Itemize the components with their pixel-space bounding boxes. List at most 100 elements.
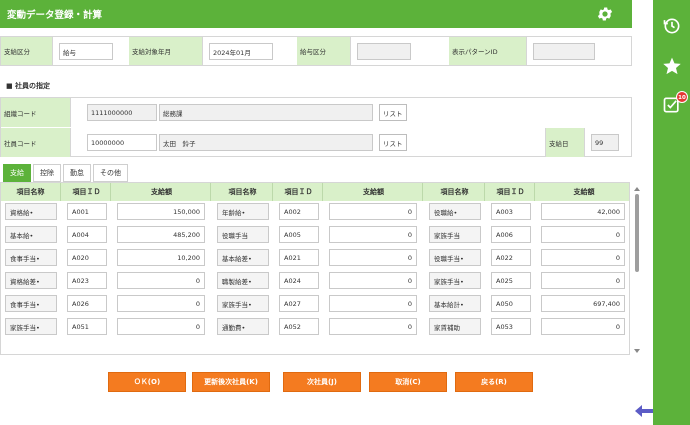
emp-code-label: 社員コード xyxy=(1,128,71,157)
dept-list-button[interactable]: リスト xyxy=(379,104,407,121)
emp-code-field[interactable]: 10000000 xyxy=(87,134,157,151)
amount-input[interactable]: 150,000 xyxy=(117,203,205,220)
pay-type-field[interactable]: 給与 xyxy=(59,43,113,60)
tab-deduction[interactable]: 控除 xyxy=(33,164,61,182)
amount-input[interactable]: 0 xyxy=(541,272,625,289)
salary-type-field[interactable] xyxy=(357,43,411,60)
dept-name-field: 総務課 xyxy=(159,104,373,121)
item-id-cell: A050 xyxy=(491,295,531,312)
next-employee-button[interactable]: 次社員(J) xyxy=(283,372,361,392)
pay-day-field[interactable]: 99 xyxy=(591,134,619,151)
item-id-cell: A006 xyxy=(491,226,531,243)
tab-payment[interactable]: 支給 xyxy=(3,164,31,182)
item-name-cell: 年齢給• xyxy=(217,203,269,220)
tab-attendance[interactable]: 勤怠 xyxy=(63,164,91,182)
page-title: 変動データ登録・計算 xyxy=(7,10,103,21)
tab-other[interactable]: その他 xyxy=(93,164,128,182)
arrow-left-icon[interactable] xyxy=(635,405,653,417)
item-name-cell: 資格給• xyxy=(5,203,57,220)
item-id-cell: A004 xyxy=(67,226,107,243)
col-header-amount: 支給額 xyxy=(113,183,211,201)
col-header-item-name: 項目名称 xyxy=(425,183,485,201)
payment-grid: 項目名称 項目ＩＤ 支給額 項目名称 項目ＩＤ 支給額 項目名称 項目ＩＤ 支給… xyxy=(0,182,630,355)
item-id-cell: A005 xyxy=(279,226,319,243)
notification-button[interactable]: 10 xyxy=(662,91,688,115)
item-name-cell: 家賃補助 xyxy=(429,318,481,335)
item-id-cell: A022 xyxy=(491,249,531,266)
scroll-up-icon[interactable] xyxy=(634,187,640,191)
tab-bar: 支給 控除 勤怠 その他 xyxy=(3,164,128,182)
emp-list-button[interactable]: リスト xyxy=(379,134,407,151)
display-pattern-field[interactable] xyxy=(533,43,595,60)
item-name-cell: 家族手当 xyxy=(429,226,481,243)
item-name-cell: 基本給• xyxy=(5,226,57,243)
col-header-amount: 支給額 xyxy=(573,188,595,196)
amount-input[interactable]: 485,200 xyxy=(117,226,205,243)
pay-day-label: 支給日 xyxy=(545,128,585,157)
item-name-cell: 役職手当 xyxy=(217,226,269,243)
amount-input[interactable]: 697,400 xyxy=(541,295,625,312)
item-id-cell: A025 xyxy=(491,272,531,289)
amount-input[interactable]: 0 xyxy=(117,295,205,312)
target-month-field[interactable]: 2024年01月 xyxy=(209,43,273,60)
amount-input[interactable]: 0 xyxy=(541,226,625,243)
item-name-cell: 役職手当• xyxy=(429,249,481,266)
amount-input[interactable]: 0 xyxy=(117,318,205,335)
item-name-cell: 通勤費• xyxy=(217,318,269,335)
amount-input[interactable]: 0 xyxy=(541,249,625,266)
item-id-cell: A053 xyxy=(491,318,531,335)
dept-code-label: 組織コード xyxy=(1,98,71,127)
item-id-cell: A003 xyxy=(491,203,531,220)
star-icon[interactable] xyxy=(662,56,682,76)
header-fields: 支給区分 給与 支給対象年月 2024年01月 給与区分 表示パターンID xyxy=(0,36,632,66)
item-name-cell: 基本給差• xyxy=(217,249,269,266)
employee-selection: 組織コード 1111000000 総務課 リスト 社員コード 10000000 … xyxy=(0,97,632,157)
ok-button[interactable]: ＯＫ(O) xyxy=(108,372,186,392)
item-name-cell: 役職給• xyxy=(429,203,481,220)
grid-scrollbar[interactable] xyxy=(633,186,641,354)
emp-name-field: 太田 鈴子 xyxy=(159,134,373,151)
scroll-down-icon[interactable] xyxy=(634,349,640,353)
item-name-cell: 基本給計• xyxy=(429,295,481,312)
item-name-cell: 職製給差• xyxy=(217,272,269,289)
amount-input[interactable]: 0 xyxy=(329,318,417,335)
action-bar: ＯＫ(O) 更新後次社員(K) 次社員(J) 取消(C) 戻る(R) xyxy=(0,372,632,392)
amount-input[interactable]: 0 xyxy=(329,226,417,243)
dept-code-field[interactable]: 1111000000 xyxy=(87,104,157,121)
salary-type-label: 給与区分 xyxy=(297,37,351,65)
item-id-cell: A023 xyxy=(67,272,107,289)
amount-input[interactable]: 0 xyxy=(117,272,205,289)
back-button[interactable]: 戻る(R) xyxy=(455,372,533,392)
pay-type-label: 支給区分 xyxy=(1,37,53,65)
amount-input[interactable]: 10,200 xyxy=(117,249,205,266)
item-id-cell: A027 xyxy=(279,295,319,312)
item-id-cell: A051 xyxy=(67,318,107,335)
right-sidebar: 10 xyxy=(653,0,690,425)
amount-input[interactable]: 0 xyxy=(329,295,417,312)
item-name-cell: 家族手当• xyxy=(429,272,481,289)
item-id-cell: A021 xyxy=(279,249,319,266)
col-header-item-id: 項目ＩＤ xyxy=(63,183,111,201)
item-id-cell: A024 xyxy=(279,272,319,289)
clock-history-icon[interactable] xyxy=(662,16,682,36)
scroll-thumb[interactable] xyxy=(635,194,639,272)
amount-input[interactable]: 0 xyxy=(541,318,625,335)
item-id-cell: A001 xyxy=(67,203,107,220)
amount-input[interactable]: 0 xyxy=(329,249,417,266)
amount-input[interactable]: 0 xyxy=(329,272,417,289)
cancel-button[interactable]: 取消(C) xyxy=(369,372,447,392)
col-header-amount: 支給額 xyxy=(325,183,423,201)
amount-input[interactable]: 0 xyxy=(329,203,417,220)
amount-input[interactable]: 42,000 xyxy=(541,203,625,220)
update-next-employee-button[interactable]: 更新後次社員(K) xyxy=(192,372,270,392)
col-header-item-id: 項目ＩＤ xyxy=(487,183,535,201)
item-name-cell: 家族手当• xyxy=(5,318,57,335)
title-bar: 変動データ登録・計算 xyxy=(0,0,632,28)
item-id-cell: A026 xyxy=(67,295,107,312)
gear-icon[interactable] xyxy=(596,5,614,23)
item-id-cell: A052 xyxy=(279,318,319,335)
col-header-item-id: 項目ＩＤ xyxy=(275,183,323,201)
item-name-cell: 家族手当• xyxy=(217,295,269,312)
item-id-cell: A002 xyxy=(279,203,319,220)
col-header-item-name: 項目名称 xyxy=(1,183,61,201)
